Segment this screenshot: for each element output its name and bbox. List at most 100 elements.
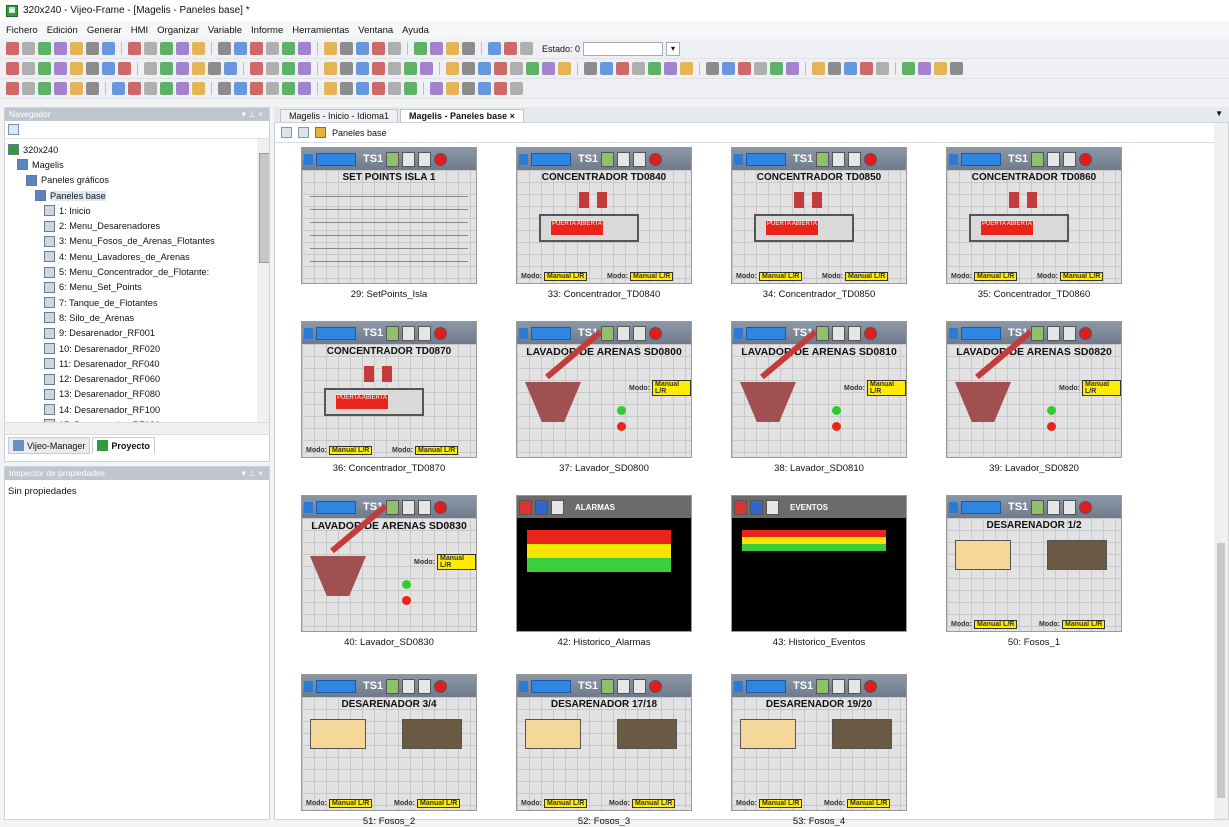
toolbar-button-icon[interactable] xyxy=(22,62,35,75)
tree-item-panel[interactable]: 9: Desarenador_RF001 xyxy=(5,326,269,341)
toolbar-button-icon[interactable] xyxy=(510,62,523,75)
toolbar-button-icon[interactable] xyxy=(176,62,189,75)
menu-ventana[interactable]: Ventana xyxy=(358,25,393,36)
toolbar-button-icon[interactable] xyxy=(510,82,523,95)
toolbar-button-icon[interactable] xyxy=(218,42,231,55)
toolbar-button-icon[interactable] xyxy=(102,62,115,75)
toolbar-button-icon[interactable] xyxy=(234,82,247,95)
toolbar-button-icon[interactable] xyxy=(128,82,141,95)
panel-thumbnail[interactable]: TS1 SET POINTS ISLA 1 xyxy=(301,147,477,284)
toolbar-button-icon[interactable] xyxy=(680,62,693,75)
toolbar-button-icon[interactable] xyxy=(754,62,767,75)
toolbar-button-icon[interactable] xyxy=(404,82,417,95)
menu-herramientas[interactable]: Herramientas xyxy=(292,25,349,36)
toolbar-button-icon[interactable] xyxy=(542,62,555,75)
toolbar-button-icon[interactable] xyxy=(404,62,417,75)
tree-item-panel[interactable]: 11: Desarenador_RF040 xyxy=(5,356,269,371)
toolbar-button-icon[interactable] xyxy=(356,62,369,75)
toolbar-button-icon[interactable] xyxy=(86,62,99,75)
toolbar-button-icon[interactable] xyxy=(22,42,35,55)
toolbar-button-icon[interactable] xyxy=(192,62,205,75)
toolbar-button-icon[interactable] xyxy=(86,42,99,55)
toolbar-button-icon[interactable] xyxy=(706,62,719,75)
panel-thumbnail[interactable]: TS1 LAVADOR DE ARENAS SD0820 Modo: Manual L… xyxy=(946,321,1122,458)
panel-thumbnail[interactable]: TS1 LAVADOR DE ARENAS SD0810 Modo: Manual L… xyxy=(731,321,907,458)
tree-item-panel[interactable]: 1: Inicio xyxy=(5,203,269,218)
tab-list-icon[interactable]: ▼ xyxy=(1215,109,1223,118)
toolbar-button-icon[interactable] xyxy=(420,62,433,75)
toolbar-button-icon[interactable] xyxy=(282,42,295,55)
toolbar-button-icon[interactable] xyxy=(324,82,337,95)
panel-thumbnail[interactable]: EVENTOS xyxy=(731,495,907,632)
estado-selector[interactable]: Estado: 0 ▾ xyxy=(542,41,681,56)
toolbar-button-icon[interactable] xyxy=(250,42,263,55)
toolbar-button-icon[interactable] xyxy=(722,62,735,75)
toolbar-button-icon[interactable] xyxy=(478,82,491,95)
tree-node[interactable]: Paneles base xyxy=(5,188,269,203)
tree-item-panel[interactable]: 14: Desarenador_RF100 xyxy=(5,402,269,417)
tab-inicio[interactable]: Magelis - Inicio - Idioma1 xyxy=(280,109,399,122)
tree-item-panel[interactable]: 3: Menu_Fosos_de_Arenas_Flotantes xyxy=(5,234,269,249)
toolbar-button-icon[interactable] xyxy=(234,42,247,55)
toolbar-button-icon[interactable] xyxy=(600,62,613,75)
toolbar-button-icon[interactable] xyxy=(144,42,157,55)
estado-field[interactable] xyxy=(583,41,664,56)
menu-generar[interactable]: Generar xyxy=(87,25,122,36)
toolbar-button-icon[interactable] xyxy=(462,82,475,95)
toolbar-button-icon[interactable] xyxy=(494,82,507,95)
tree-item-panel[interactable]: 12: Desarenador_RF060 xyxy=(5,371,269,386)
canvas-scrollbar[interactable] xyxy=(1214,123,1228,819)
toolbar-button-icon[interactable] xyxy=(118,62,131,75)
panel-thumbnail[interactable]: TS1 DESARENADOR 19/20 Modo: Manual L/R Modo:… xyxy=(731,674,907,811)
view-icon[interactable] xyxy=(281,127,292,138)
menu-organizar[interactable]: Organizar xyxy=(157,25,199,36)
menu-hmi[interactable]: HMI xyxy=(131,25,148,36)
toolbar-button-icon[interactable] xyxy=(128,42,141,55)
toolbar-button-icon[interactable] xyxy=(934,62,947,75)
panel-thumbnail[interactable]: TS1 DESARENADOR 3/4 Modo: Manual L/R Modo: Ma… xyxy=(301,674,477,811)
panel-thumbnail[interactable]: TS1 CONCENTRADOR TD0850 PUERTA ABIERTA Modo… xyxy=(731,147,907,284)
toolbar-button-icon[interactable] xyxy=(340,62,353,75)
toolbar-button-icon[interactable] xyxy=(224,62,237,75)
panel-thumbnail[interactable]: TS1 DESARENADOR 1/2 Modo: Manual L/R Modo: Ma… xyxy=(946,495,1122,632)
toolbar-button-icon[interactable] xyxy=(876,62,889,75)
toolbar-button-icon[interactable] xyxy=(218,82,231,95)
tree-item-panel[interactable]: 7: Tanque_de_Flotantes xyxy=(5,295,269,310)
toolbar-button-icon[interactable] xyxy=(616,62,629,75)
toolbar-button-icon[interactable] xyxy=(112,82,125,95)
toolbar-button-icon[interactable] xyxy=(266,42,279,55)
toolbar-button-icon[interactable] xyxy=(70,42,83,55)
panel-thumbnail[interactable]: TS1 CONCENTRADOR TD0870 PUERTA ABIERTA Modo… xyxy=(301,321,477,458)
toolbar-button-icon[interactable] xyxy=(372,42,385,55)
tree-item-panel[interactable]: 13: Desarenador_RF080 xyxy=(5,387,269,402)
tab-vijeo-manager[interactable]: Vijeo-Manager xyxy=(8,437,91,454)
menu-informe[interactable]: Informe xyxy=(251,25,283,36)
toolbar-button-icon[interactable] xyxy=(356,42,369,55)
toolbar-button-icon[interactable] xyxy=(282,62,295,75)
toolbar-button-icon[interactable] xyxy=(478,62,491,75)
toolbar-button-icon[interactable] xyxy=(160,42,173,55)
panel-thumbnail[interactable]: ALARMAS xyxy=(516,495,692,632)
toolbar-button-icon[interactable] xyxy=(584,62,597,75)
toolbar-button-icon[interactable] xyxy=(388,62,401,75)
toolbar-button-icon[interactable] xyxy=(388,82,401,95)
menu-ayuda[interactable]: Ayuda xyxy=(402,25,429,36)
toolbar-button-icon[interactable] xyxy=(160,82,173,95)
toolbar-button-icon[interactable] xyxy=(340,42,353,55)
toolbar-button-icon[interactable] xyxy=(54,82,67,95)
tab-paneles-base[interactable]: Magelis - Paneles base × xyxy=(400,109,524,122)
menu-fichero[interactable]: Fichero xyxy=(6,25,38,36)
toolbar-button-icon[interactable] xyxy=(250,62,263,75)
chevron-down-icon[interactable]: ▾ xyxy=(666,41,681,56)
toolbar-button-icon[interactable] xyxy=(844,62,857,75)
toolbar-button-icon[interactable] xyxy=(86,82,99,95)
toolbar-button-icon[interactable] xyxy=(356,82,369,95)
toolbar-button-icon[interactable] xyxy=(504,42,517,55)
toolbar-button-icon[interactable] xyxy=(860,62,873,75)
toolbar-button-icon[interactable] xyxy=(38,82,51,95)
toolbar-button-icon[interactable] xyxy=(494,62,507,75)
toolbar-button-icon[interactable] xyxy=(812,62,825,75)
toolbar-button-icon[interactable] xyxy=(462,62,475,75)
tree-item-panel[interactable]: 2: Menu_Desarenadores xyxy=(5,218,269,233)
edit-icon[interactable] xyxy=(8,124,19,135)
